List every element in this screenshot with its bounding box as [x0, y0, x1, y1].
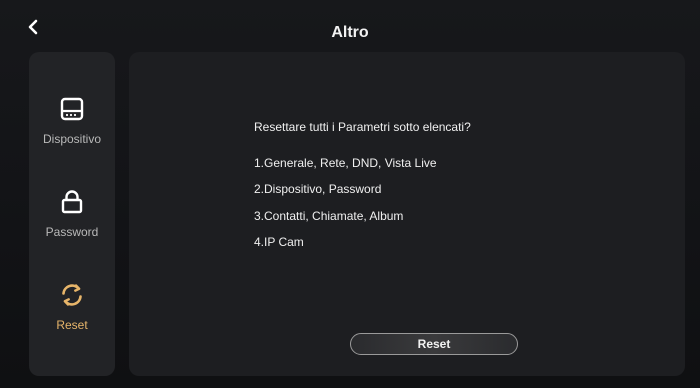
sidebar-item-dispositivo[interactable]: Dispositivo — [29, 96, 115, 176]
list-item: 3.Contatti, Chiamate, Album — [254, 209, 404, 223]
sidebar-item-label: Reset — [56, 318, 88, 332]
sidebar-item-password[interactable]: Password — [29, 189, 115, 269]
reset-button[interactable]: Reset — [350, 333, 518, 355]
list-item: 4.IP Cam — [254, 235, 304, 249]
screen: Altro Dispositivo Password Reset Resetta… — [0, 0, 700, 388]
sidebar-item-label: Dispositivo — [42, 132, 102, 146]
device-screen-icon — [60, 97, 84, 121]
page-title: Altro — [331, 24, 369, 41]
lock-icon — [61, 190, 83, 214]
sidebar-item-label: Password — [45, 225, 99, 239]
list-item: 1.Generale, Rete, DND, Vista Live — [254, 156, 437, 170]
reset-panel: Resettare tutti i Parametri sotto elenca… — [129, 52, 685, 376]
sidebar-item-reset[interactable]: Reset — [29, 282, 115, 362]
refresh-icon — [62, 284, 82, 306]
reset-question: Resettare tutti i Parametri sotto elenca… — [254, 120, 471, 134]
sidebar: Dispositivo Password Reset — [29, 52, 115, 376]
list-item: 2.Dispositivo, Password — [254, 182, 382, 196]
